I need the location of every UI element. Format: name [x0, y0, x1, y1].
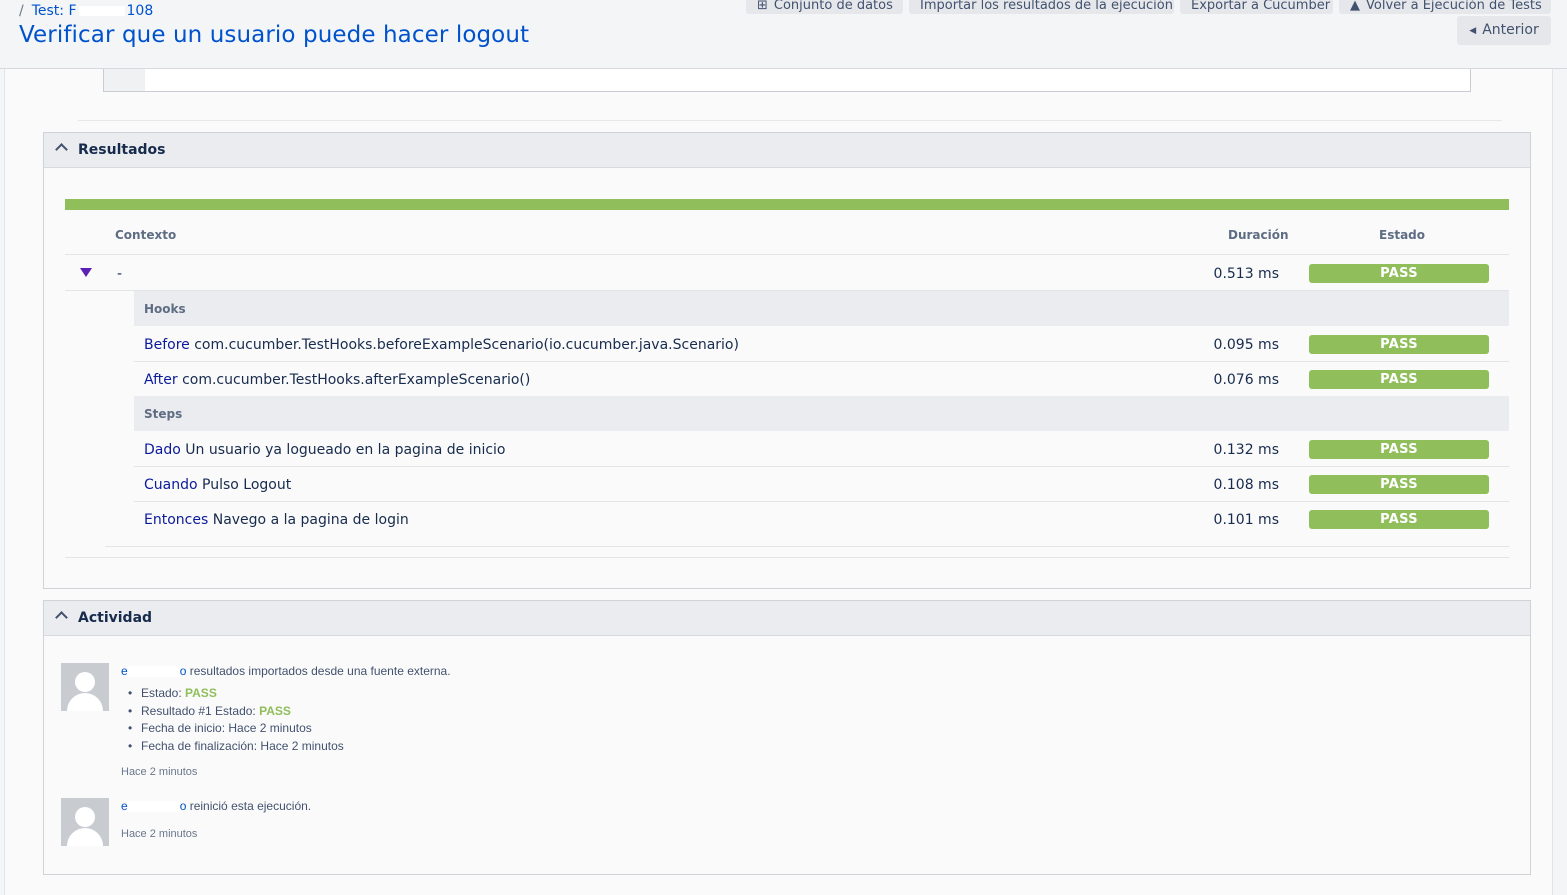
- step-duration: 0.108 ms: [1213, 477, 1279, 493]
- hook-row: Before com.cucumber.TestHooks.beforeExam…: [134, 327, 1509, 362]
- hook-text: com.cucumber.TestHooks.afterExampleScena…: [182, 372, 531, 388]
- chevron-up-icon: [55, 143, 68, 156]
- activity-message: reinició esta ejecución.: [189, 799, 312, 813]
- export-cucumber-button[interactable]: Exportar a Cucumber: [1180, 0, 1333, 14]
- activity-timestamp: Hace 2 minutos: [121, 828, 198, 840]
- column-header-duration: Duración: [1228, 228, 1289, 242]
- hook-keyword: Before: [144, 337, 190, 353]
- avatar: [61, 798, 109, 846]
- step-row: Cuando Pulso Logout 0.108 ms PASS: [134, 467, 1509, 502]
- activity-panel-header[interactable]: Actividad: [44, 601, 1530, 636]
- detail-label: Fecha de finalización: Hace 2 minutos: [141, 738, 344, 753]
- activity-time: Hace 2 minutos: [121, 764, 197, 778]
- import-results-button-label: Importar los resultados de la ejecución: [920, 0, 1173, 13]
- step-duration: 0.132 ms: [1213, 442, 1279, 458]
- activity-detail-item: Fecha de inicio: Hace 2 minutos: [121, 721, 344, 739]
- scenario-code-block: [103, 69, 1471, 92]
- divider: [105, 546, 1509, 547]
- hook-duration: 0.095 ms: [1213, 337, 1279, 353]
- code-gutter: [104, 69, 145, 91]
- activity-user-end: o: [179, 799, 187, 813]
- detail-label: Resultado #1 Estado:: [141, 703, 260, 718]
- page-header: / Test: F 108 Verificar que un usuario pue…: [0, 0, 1567, 69]
- breadcrumb-link-test[interactable]: Test: F 108: [32, 3, 154, 19]
- context-label: -: [117, 266, 123, 282]
- divider: [78, 120, 1502, 121]
- activity-user-link[interactable]: eo: [121, 664, 186, 678]
- activity-user-link[interactable]: eo: [121, 799, 186, 813]
- status-badge: PASS: [1309, 440, 1489, 459]
- status-badge: PASS: [1309, 510, 1489, 529]
- breadcrumb-separator: /: [19, 3, 24, 19]
- activity-entry: eo resultados importados desde una fuent…: [121, 664, 451, 678]
- divider: [65, 557, 1509, 558]
- context-duration: 0.513 ms: [1213, 266, 1279, 282]
- status-badge: PASS: [1309, 370, 1489, 389]
- table-icon: ⊞: [757, 0, 768, 13]
- redacted-mask: [127, 801, 180, 813]
- status-badge: PASS: [1309, 335, 1489, 354]
- activity-details: Estado: PASS Resultado #1 Estado: PASS F…: [121, 686, 344, 756]
- detail-value-pass: PASS: [185, 686, 217, 700]
- redacted-mask: [78, 6, 125, 16]
- divider: [65, 254, 1509, 255]
- breadcrumb-link-label: Test: F: [31, 3, 77, 19]
- chevron-up-icon: [55, 611, 68, 624]
- steps-subheader: Steps: [134, 396, 1509, 431]
- step-row: Entonces Navego a la pagina de login 0.1…: [134, 502, 1509, 537]
- context-row[interactable]: - 0.513 ms PASS: [65, 256, 1509, 291]
- step-text: Un usuario ya logueado en la pagina de i…: [185, 442, 506, 458]
- previous-button[interactable]: ◀ Anterior: [1457, 16, 1551, 45]
- previous-button-label: Anterior: [1482, 22, 1539, 38]
- column-header-context: Contexto: [115, 228, 177, 242]
- back-to-execution-button[interactable]: ▲ Volver a Ejecución de Tests: [1339, 0, 1551, 14]
- back-to-execution-button-label: Volver a Ejecución de Tests: [1366, 0, 1542, 13]
- step-keyword: Cuando: [144, 477, 198, 493]
- breadcrumb-link-suffix: 108: [126, 3, 154, 19]
- detail-label: Fecha de inicio: Hace 2 minutos: [141, 721, 312, 735]
- dataset-button[interactable]: ⊞ Conjunto de datos: [746, 0, 903, 14]
- detail-value-pass: PASS: [259, 703, 291, 718]
- dataset-button-label: Conjunto de datos: [773, 0, 893, 13]
- activity-detail-item: Resultado #1 Estado: PASS: [121, 704, 344, 722]
- column-header-status: Estado: [1379, 228, 1426, 242]
- results-panel-header[interactable]: Resultados: [44, 133, 1530, 168]
- redacted-mask: [127, 666, 180, 678]
- hook-row: After com.cucumber.TestHooks.afterExampl…: [134, 362, 1509, 397]
- activity-user-end: o: [179, 664, 187, 678]
- import-results-button[interactable]: Importar los resultados de la ejecución: [909, 0, 1174, 14]
- hook-duration: 0.076 ms: [1213, 372, 1279, 388]
- step-text: Navego a la pagina de login: [212, 512, 409, 528]
- step-text: Pulso Logout: [202, 477, 292, 493]
- breadcrumb: / Test: F 108: [19, 3, 153, 19]
- step-row: Dado Un usuario ya logueado en la pagina…: [134, 432, 1509, 467]
- up-arrow-icon: ▲: [1350, 0, 1360, 13]
- status-badge: PASS: [1309, 264, 1489, 283]
- hooks-subheader: Hooks: [134, 291, 1509, 326]
- activity-entry: eo reinició esta ejecución.: [121, 799, 311, 813]
- results-progress-bar: [65, 199, 1509, 210]
- step-keyword: Dado: [144, 442, 181, 458]
- avatar: [61, 663, 109, 711]
- results-heading: Resultados: [78, 142, 166, 158]
- step-keyword: Entonces: [144, 512, 209, 528]
- activity-detail-item: Estado: PASS: [121, 686, 344, 704]
- activity-detail-item: Fecha de finalización: Hace 2 minutos: [121, 739, 344, 757]
- activity-timestamp: Hace 2 minutos: [121, 766, 198, 778]
- hook-text: com.cucumber.TestHooks.beforeExampleScen…: [194, 337, 739, 353]
- detail-label: Estado:: [141, 686, 186, 700]
- status-badge: PASS: [1309, 475, 1489, 494]
- page-title: Verificar que un usuario puede hacer log…: [19, 22, 530, 48]
- activity-message: resultados importados desde una fuente e…: [189, 664, 451, 678]
- activity-user-initial: e: [121, 664, 128, 678]
- activity-heading: Actividad: [78, 610, 153, 626]
- activity-user-initial: e: [121, 799, 128, 813]
- hook-keyword: After: [144, 372, 178, 388]
- caret-left-icon: ◀: [1469, 26, 1477, 36]
- export-cucumber-button-label: Exportar a Cucumber: [1191, 0, 1331, 13]
- step-duration: 0.101 ms: [1213, 512, 1279, 528]
- caret-down-icon[interactable]: [80, 268, 92, 277]
- activity-time: Hace 2 minutos: [121, 826, 197, 840]
